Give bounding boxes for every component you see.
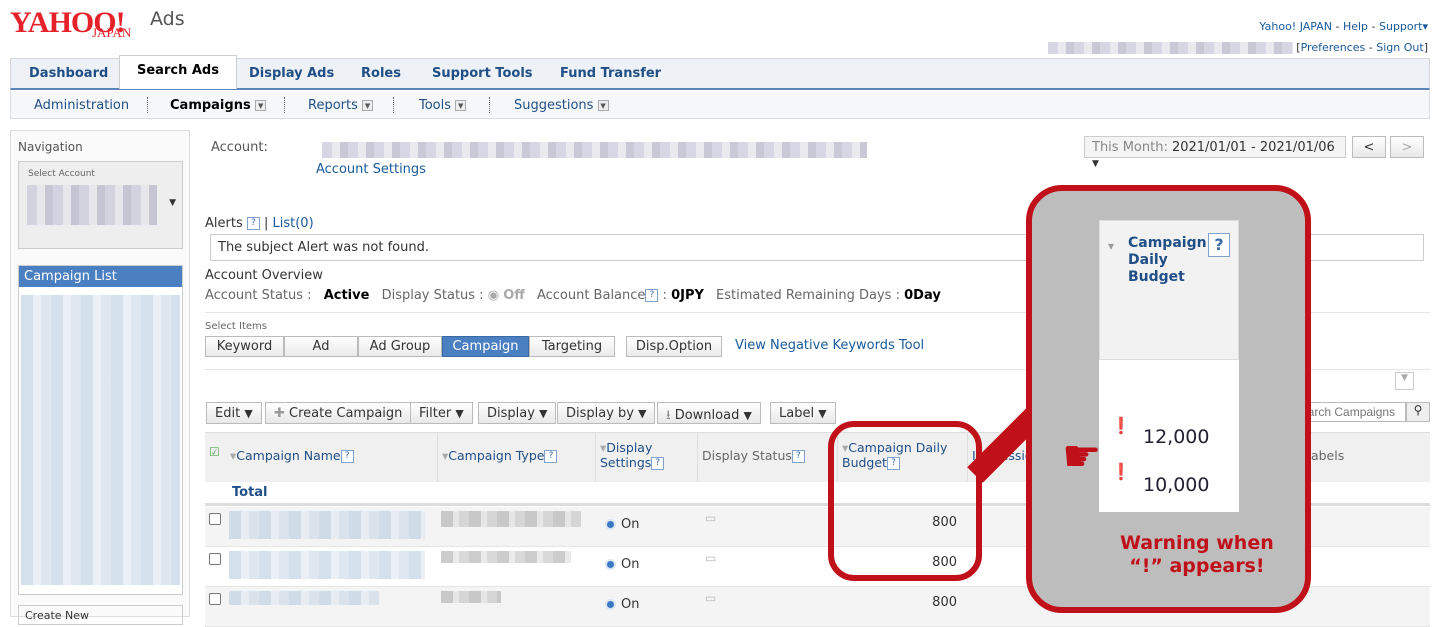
callout-values: ❗ 12,000 ❗ 10,000 — [1099, 412, 1239, 512]
create-new-button[interactable]: Create New — [18, 605, 183, 625]
sort-icon: ▾ — [1108, 239, 1115, 253]
budget-value[interactable]: 800 — [845, 595, 957, 610]
prev-period-button[interactable]: < — [1352, 136, 1386, 158]
segment-campaign[interactable]: Campaign — [442, 336, 529, 357]
subnav-campaigns[interactable]: Campaigns ▼ — [170, 98, 267, 113]
main-tabs: Dashboard Search Ads Display Ads Roles S… — [10, 55, 1430, 90]
subnav-tools[interactable]: Tools ▼ — [419, 98, 467, 113]
display-by-button[interactable]: Display by ▼ — [557, 402, 656, 424]
dropdown-icon: ▼ — [597, 100, 609, 111]
select-account-dropdown[interactable]: Select Account ▼ — [18, 161, 183, 249]
select-items-label: Select Items — [205, 321, 268, 332]
download-button[interactable]: ⭳ Download ▼ — [657, 402, 761, 424]
display-on[interactable]: On — [607, 517, 639, 532]
warning-caption: Warning when “!” appears! — [1120, 532, 1274, 577]
expand-icon[interactable]: ▼ — [1395, 372, 1414, 390]
account-label: Account: — [211, 140, 268, 155]
tab-display-ads[interactable]: Display Ads — [249, 66, 334, 81]
callout-header: ▾ Campaign Daily Budget ? — [1099, 220, 1239, 360]
product-name: Ads — [150, 8, 185, 30]
row-checkbox[interactable] — [209, 553, 221, 565]
subnav-reports[interactable]: Reports ▼ — [308, 98, 374, 113]
tab-search-ads[interactable]: Search Ads — [119, 55, 237, 89]
navigation-panel: Navigation Select Account ▼ Campaign Lis… — [10, 130, 190, 625]
highlight-box — [828, 421, 982, 581]
comment-icon[interactable]: ▭ — [705, 511, 716, 525]
row-checkbox[interactable] — [209, 593, 221, 605]
subnav-administration[interactable]: Administration — [34, 98, 129, 113]
sub-nav: Administration Campaigns ▼ Reports ▼ Too… — [10, 91, 1430, 119]
comment-icon[interactable]: ▭ — [705, 591, 716, 605]
negative-keywords-link[interactable]: View Negative Keywords Tool — [735, 338, 924, 353]
comment-icon[interactable]: ▭ — [705, 551, 716, 565]
dropdown-icon: ▼ — [362, 100, 374, 111]
label-button[interactable]: Label ▼ — [770, 402, 836, 424]
segment-keyword[interactable]: Keyword — [205, 336, 284, 357]
support-link[interactable]: Support — [1379, 20, 1422, 33]
segment-ad[interactable]: Ad — [284, 336, 358, 357]
col-labels[interactable]: Labels — [1300, 432, 1430, 482]
yahoo-japan-link[interactable]: Yahoo! JAPAN — [1259, 20, 1332, 33]
account-overview: Account Status : Active Display Status :… — [205, 288, 941, 303]
row-checkbox[interactable] — [209, 513, 221, 525]
dropdown-icon: ▼ — [255, 100, 267, 111]
col-campaign-type[interactable]: ▾Campaign Type? — [438, 432, 596, 482]
tab-fund-transfer[interactable]: Fund Transfer — [560, 66, 661, 81]
select-all-checkbox[interactable]: ☑ — [209, 445, 220, 459]
search-icon[interactable]: ⚲ — [1406, 402, 1430, 422]
select-account-label: Select Account — [28, 169, 95, 179]
next-period-button[interactable]: > — [1390, 136, 1424, 158]
disp-option-button[interactable]: Disp.Option — [626, 336, 722, 357]
user-name-blurred — [1047, 42, 1293, 54]
caret-down-icon: ▼ — [169, 198, 176, 208]
col-campaign-name[interactable]: ▾Campaign Name? — [226, 432, 438, 482]
tab-roles[interactable]: Roles — [361, 66, 401, 81]
radio-off-icon: ◉ — [487, 288, 500, 303]
campaign-list: Campaign List — [18, 265, 183, 595]
logo-japan: JAPAN — [92, 25, 132, 40]
subnav-suggestions[interactable]: Suggestions ▼ — [514, 98, 609, 113]
account-settings-link[interactable]: Account Settings — [316, 162, 426, 177]
download-icon: ⭳ — [666, 408, 671, 423]
signout-link[interactable]: Sign Out — [1376, 41, 1423, 54]
callout-panel: ▾ Campaign Daily Budget ? ❗ 12,000 ❗ 10,… — [1026, 185, 1311, 613]
plus-icon: ✚ — [274, 406, 285, 421]
caret-down-icon: ▾ — [1422, 20, 1428, 33]
filter-button[interactable]: Filter ▼ — [410, 402, 473, 424]
preferences-link[interactable]: Preferences — [1301, 41, 1366, 54]
help-icon: ? — [1208, 233, 1230, 257]
help-icon[interactable]: ? — [246, 217, 260, 230]
segment-targeting[interactable]: Targeting — [529, 336, 615, 357]
nav-title: Navigation — [18, 140, 83, 154]
display-button[interactable]: Display ▼ — [478, 402, 557, 424]
warning-icon: ❗ — [1111, 462, 1131, 481]
display-on[interactable]: On — [607, 597, 639, 612]
display-on[interactable]: On — [607, 557, 639, 572]
warning-icon: ❗ — [1111, 416, 1131, 435]
help-link[interactable]: Help — [1343, 20, 1368, 33]
tab-dashboard[interactable]: Dashboard — [29, 66, 108, 81]
edit-button[interactable]: Edit ▼ — [206, 402, 262, 424]
pointing-hand-icon: ☛ — [1062, 431, 1102, 482]
help-icon[interactable]: ? — [645, 289, 659, 302]
date-range-dropdown[interactable]: This Month: 2021/01/01 - 2021/01/06 ▼ — [1084, 136, 1346, 169]
top-links: Yahoo! JAPAN - Help - Support▾ [Preferen… — [1047, 16, 1428, 58]
account-overview-title: Account Overview — [205, 268, 323, 283]
alerts-section: Alerts ? | List(0) — [205, 216, 314, 231]
segment-ad-group[interactable]: Ad Group — [358, 336, 442, 357]
campaign-list-items-blurred — [21, 295, 180, 585]
dropdown-icon: ▼ — [455, 100, 467, 111]
col-display-settings[interactable]: ▾Display Settings? — [596, 432, 698, 482]
tab-support-tools[interactable]: Support Tools — [432, 66, 533, 81]
account-name-blurred — [322, 142, 867, 158]
campaign-list-header[interactable]: Campaign List — [19, 266, 182, 287]
alerts-list-link[interactable]: List(0) — [273, 216, 314, 231]
col-display-status[interactable]: Display Status? — [698, 432, 838, 482]
create-campaign-button[interactable]: ✚ Create Campaign — [265, 402, 412, 424]
